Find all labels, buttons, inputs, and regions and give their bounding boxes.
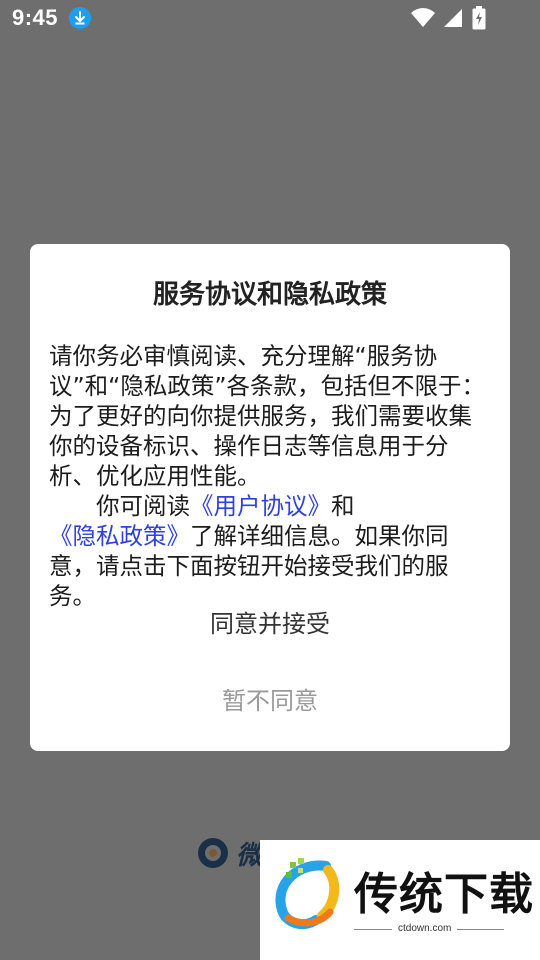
privacy-policy-link[interactable]: 《隐私政策》	[49, 522, 190, 550]
watermark: 传统下载 ctdown.com	[260, 840, 540, 960]
dialog-body: 请你务必审慎阅读、充分理解“服务协议”和“隐私政策”各条款，包括但不限于：为了更…	[49, 341, 491, 611]
watermark-url: ctdown.com	[392, 923, 458, 934]
disagree-button[interactable]: 暂不同意	[30, 681, 510, 721]
agreement-paragraph: 请你务必审慎阅读、充分理解“服务协议”和“隐私政策”各条款，包括但不限于：为了更…	[49, 342, 486, 490]
dialog-title: 服务协议和隐私政策	[152, 280, 387, 310]
watermark-name: 传统下载	[354, 869, 534, 920]
signal-icon	[444, 9, 462, 27]
links-paragraph-and: 和	[331, 492, 355, 520]
links-paragraph-prefix: 你可阅读	[96, 492, 190, 520]
app-logo-text: 微	[236, 840, 263, 871]
background-app-logo: 微	[196, 836, 263, 871]
links-paragraph: 你可阅读《用户协议》和《隐私政策》了解详细信息。如果你同意，请点击下面按钮开始接…	[49, 491, 491, 611]
download-icon	[69, 7, 91, 29]
battery-charging-icon	[472, 6, 486, 30]
watermark-logo-icon	[275, 858, 340, 930]
app-logo-icon	[198, 838, 228, 868]
wifi-icon	[411, 8, 435, 27]
user-agreement-link[interactable]: 《用户协议》	[190, 492, 331, 520]
privacy-dialog: 服务协议和隐私政策 请你务必审慎阅读、充分理解“服务协议”和“隐私政策”各条款，…	[30, 244, 510, 751]
status-time: 9:45	[12, 5, 59, 30]
agree-button[interactable]: 同意并接受	[30, 604, 510, 644]
status-bar: 9:45	[0, 0, 540, 36]
